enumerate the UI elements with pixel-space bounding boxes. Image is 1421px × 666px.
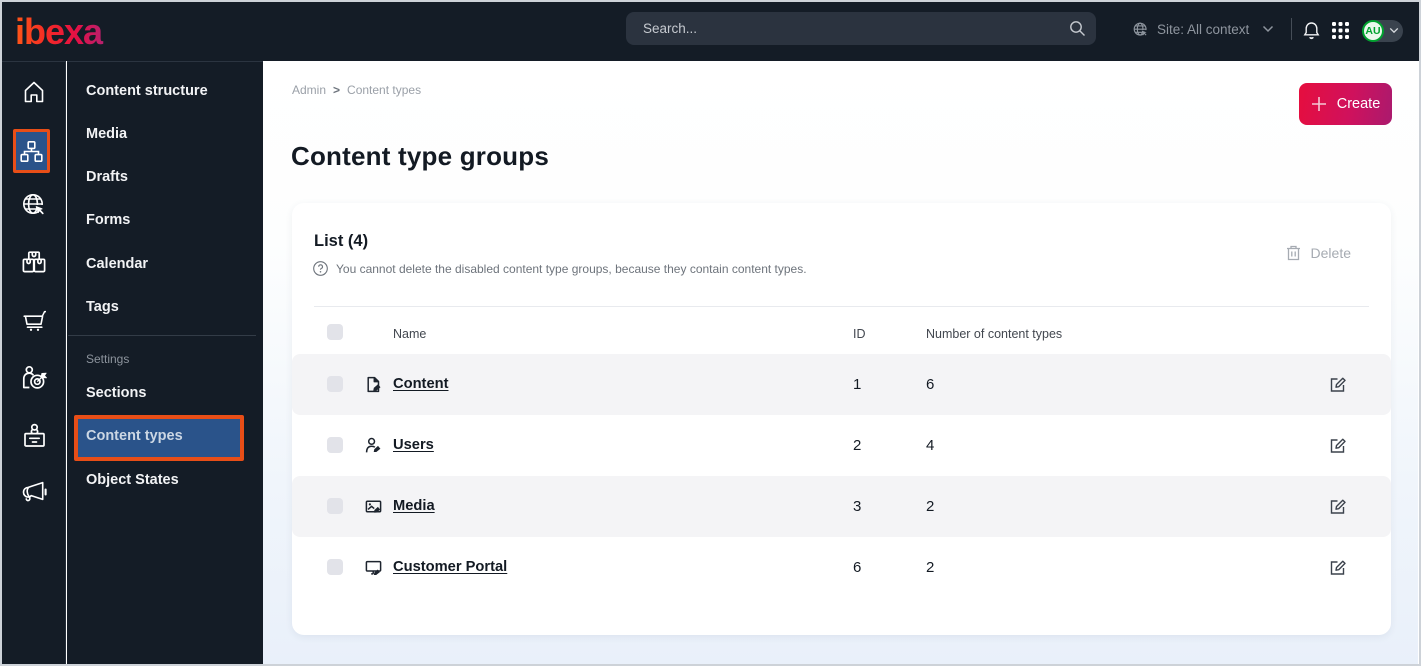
svg-text:ibexa: ibexa bbox=[15, 11, 104, 52]
